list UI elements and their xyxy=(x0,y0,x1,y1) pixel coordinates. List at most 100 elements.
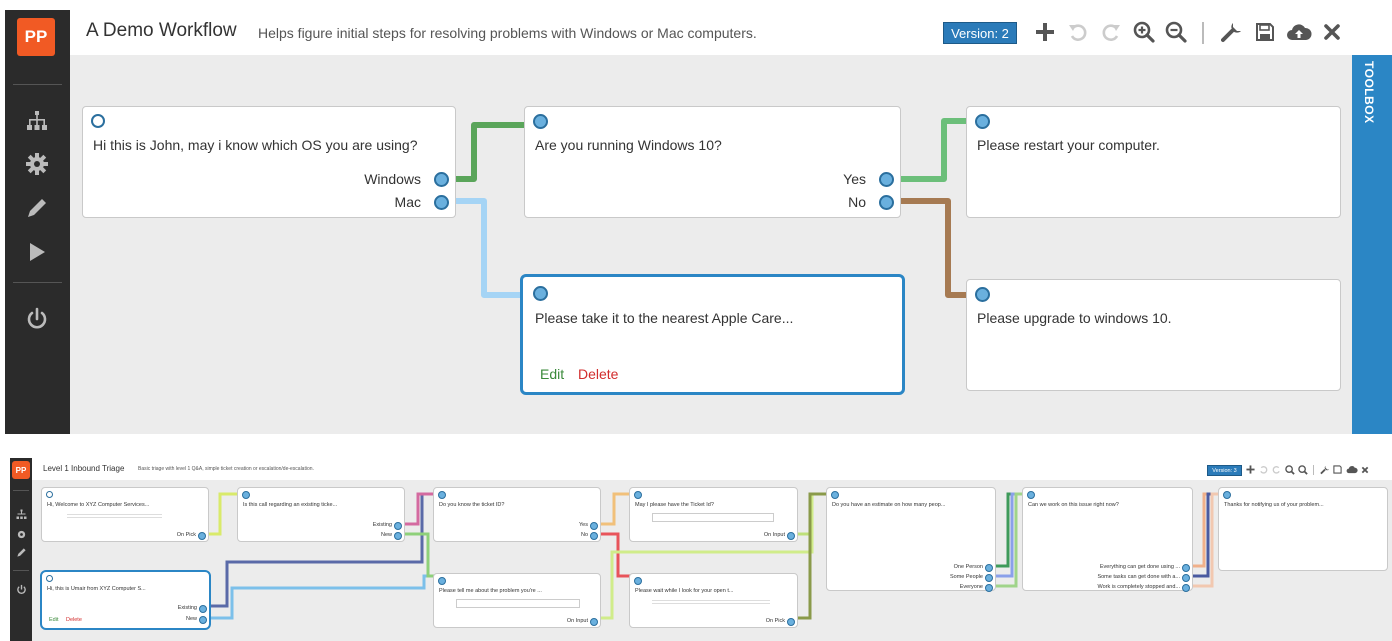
input-port[interactable] xyxy=(1027,491,1035,499)
workflow-title[interactable]: Level 1 Inbound Triage xyxy=(43,464,124,473)
output-port-one-person[interactable] xyxy=(985,564,993,572)
node-restart[interactable]: Please restart your computer. xyxy=(966,106,1341,218)
plus-icon[interactable] xyxy=(1245,464,1256,475)
edit-link[interactable]: Edit xyxy=(540,366,564,382)
output-port-new[interactable] xyxy=(199,616,207,624)
node-know-ticket-id[interactable]: Do you know the ticket ID? Yes No xyxy=(433,487,601,542)
input-port[interactable] xyxy=(1223,491,1231,499)
cloud-upload-icon[interactable] xyxy=(1345,464,1358,475)
output-port-yes[interactable] xyxy=(590,522,598,530)
save-icon[interactable] xyxy=(1332,464,1343,475)
close-icon[interactable] xyxy=(1359,464,1370,475)
input-port[interactable] xyxy=(438,491,446,499)
output-port-on-pick[interactable] xyxy=(787,618,795,626)
workflow-title[interactable]: A Demo Workflow xyxy=(86,20,237,42)
node-question: Is this call regarding an existing ticke… xyxy=(243,502,338,508)
node-describe-problem[interactable]: Please tell me about the problem you're … xyxy=(433,573,601,628)
node-thanks[interactable]: Thanks for notifying us of your problem.… xyxy=(1218,487,1388,571)
input-port[interactable] xyxy=(975,114,990,129)
power-icon[interactable] xyxy=(13,582,29,596)
workflow-canvas[interactable]: Hi, Welcome to XYZ Computer Services... … xyxy=(32,480,1392,641)
node-apple-care[interactable]: Please take it to the nearest Apple Care… xyxy=(520,274,905,395)
input-port[interactable] xyxy=(533,286,548,301)
input-port[interactable] xyxy=(438,577,446,585)
node-look-for-ticket[interactable]: Please wait while I look for your open t… xyxy=(629,573,798,628)
toolbox-panel[interactable]: TOOLBOX xyxy=(1352,55,1392,434)
cloud-upload-icon[interactable] xyxy=(1285,20,1313,44)
sidebar: PP xyxy=(5,10,70,434)
pencil-icon[interactable] xyxy=(13,546,29,558)
zoom-out-icon[interactable] xyxy=(1297,464,1308,475)
node-umair-greeting[interactable]: Hi, this is Umair from XYZ Computer S...… xyxy=(40,570,211,630)
delete-link[interactable]: Delete xyxy=(578,366,618,382)
sitemap-icon[interactable] xyxy=(13,508,29,520)
option-some-people: Some People xyxy=(949,574,983,580)
play-icon[interactable] xyxy=(20,238,54,266)
app-logo[interactable]: PP xyxy=(17,18,55,56)
undo-icon[interactable] xyxy=(1258,464,1269,475)
start-port[interactable] xyxy=(91,114,105,128)
redo-icon[interactable] xyxy=(1099,20,1123,44)
redo-icon[interactable] xyxy=(1271,464,1282,475)
input-port[interactable] xyxy=(634,491,642,499)
output-port-new[interactable] xyxy=(394,532,402,540)
zoom-in-icon[interactable] xyxy=(1284,464,1295,475)
node-os-question[interactable]: Hi this is John, may i know which OS you… xyxy=(82,106,456,218)
gear-icon[interactable] xyxy=(13,528,29,540)
pencil-icon[interactable] xyxy=(20,194,54,222)
toolbar-divider xyxy=(1202,22,1204,44)
zoom-in-icon[interactable] xyxy=(1132,20,1156,44)
plus-icon[interactable] xyxy=(1033,20,1057,44)
node-how-many-people[interactable]: Do you have an estimate on how many peop… xyxy=(826,487,996,592)
output-port-everyone[interactable] xyxy=(985,584,993,592)
input-port[interactable] xyxy=(533,114,548,129)
problem-field[interactable] xyxy=(456,599,580,608)
node-question: Hi, this is Umair from XYZ Computer S... xyxy=(47,586,146,592)
output-port-mac[interactable] xyxy=(434,195,449,210)
ticket-id-field[interactable] xyxy=(652,513,774,522)
output-port-some-people[interactable] xyxy=(985,574,993,582)
node-welcome[interactable]: Hi, Welcome to XYZ Computer Services... … xyxy=(41,487,209,542)
wrench-icon[interactable] xyxy=(1220,20,1244,44)
output-port-yes[interactable] xyxy=(879,172,894,187)
save-icon[interactable] xyxy=(1253,20,1277,44)
power-icon[interactable] xyxy=(20,304,54,334)
wrench-icon[interactable] xyxy=(1319,464,1330,475)
node-ticket-id-input[interactable]: May I please have the Ticket Id? On Inpu… xyxy=(629,487,798,542)
version-badge[interactable]: Version: 2 xyxy=(943,22,1017,44)
start-port[interactable] xyxy=(46,575,53,582)
app-logo[interactable]: PP xyxy=(12,461,30,479)
workflow-canvas[interactable]: Hi this is John, may i know which OS you… xyxy=(70,55,1352,434)
input-port[interactable] xyxy=(242,491,250,499)
output-port-no[interactable] xyxy=(590,532,598,540)
sitemap-icon[interactable] xyxy=(20,108,54,134)
start-port[interactable] xyxy=(46,491,53,498)
output-port-existing[interactable] xyxy=(199,605,207,613)
node-work-now[interactable]: Can we work on this issue right now? Eve… xyxy=(1022,487,1193,592)
close-icon[interactable] xyxy=(1320,20,1344,44)
output-port-windows[interactable] xyxy=(434,172,449,187)
version-badge[interactable]: Version: 3 xyxy=(1207,465,1242,476)
delete-link[interactable]: Delete xyxy=(66,617,82,623)
gear-icon[interactable] xyxy=(20,150,54,178)
zoom-out-icon[interactable] xyxy=(1164,20,1188,44)
option-yes: Yes xyxy=(579,522,588,528)
output-port-existing[interactable] xyxy=(394,522,402,530)
input-port[interactable] xyxy=(975,287,990,302)
node-windows10-question[interactable]: Are you running Windows 10? Yes No xyxy=(524,106,901,218)
input-port[interactable] xyxy=(831,491,839,499)
node-existing-ticket[interactable]: Is this call regarding an existing ticke… xyxy=(237,487,405,542)
input-port[interactable] xyxy=(634,577,642,585)
output-port-some-tasks[interactable] xyxy=(1182,574,1190,582)
output-port-everything[interactable] xyxy=(1182,564,1190,572)
undo-icon[interactable] xyxy=(1066,20,1090,44)
node-upgrade[interactable]: Please upgrade to windows 10. xyxy=(966,279,1341,391)
output-port-on-input[interactable] xyxy=(787,532,795,540)
output-port-no[interactable] xyxy=(879,195,894,210)
edit-link[interactable]: Edit xyxy=(49,617,58,623)
output-port-work-stopped[interactable] xyxy=(1182,584,1190,592)
output-port-on-input[interactable] xyxy=(590,618,598,626)
option-windows: Windows xyxy=(364,171,421,187)
output-port-on-pick[interactable] xyxy=(198,532,206,540)
option-new: New xyxy=(380,532,392,538)
